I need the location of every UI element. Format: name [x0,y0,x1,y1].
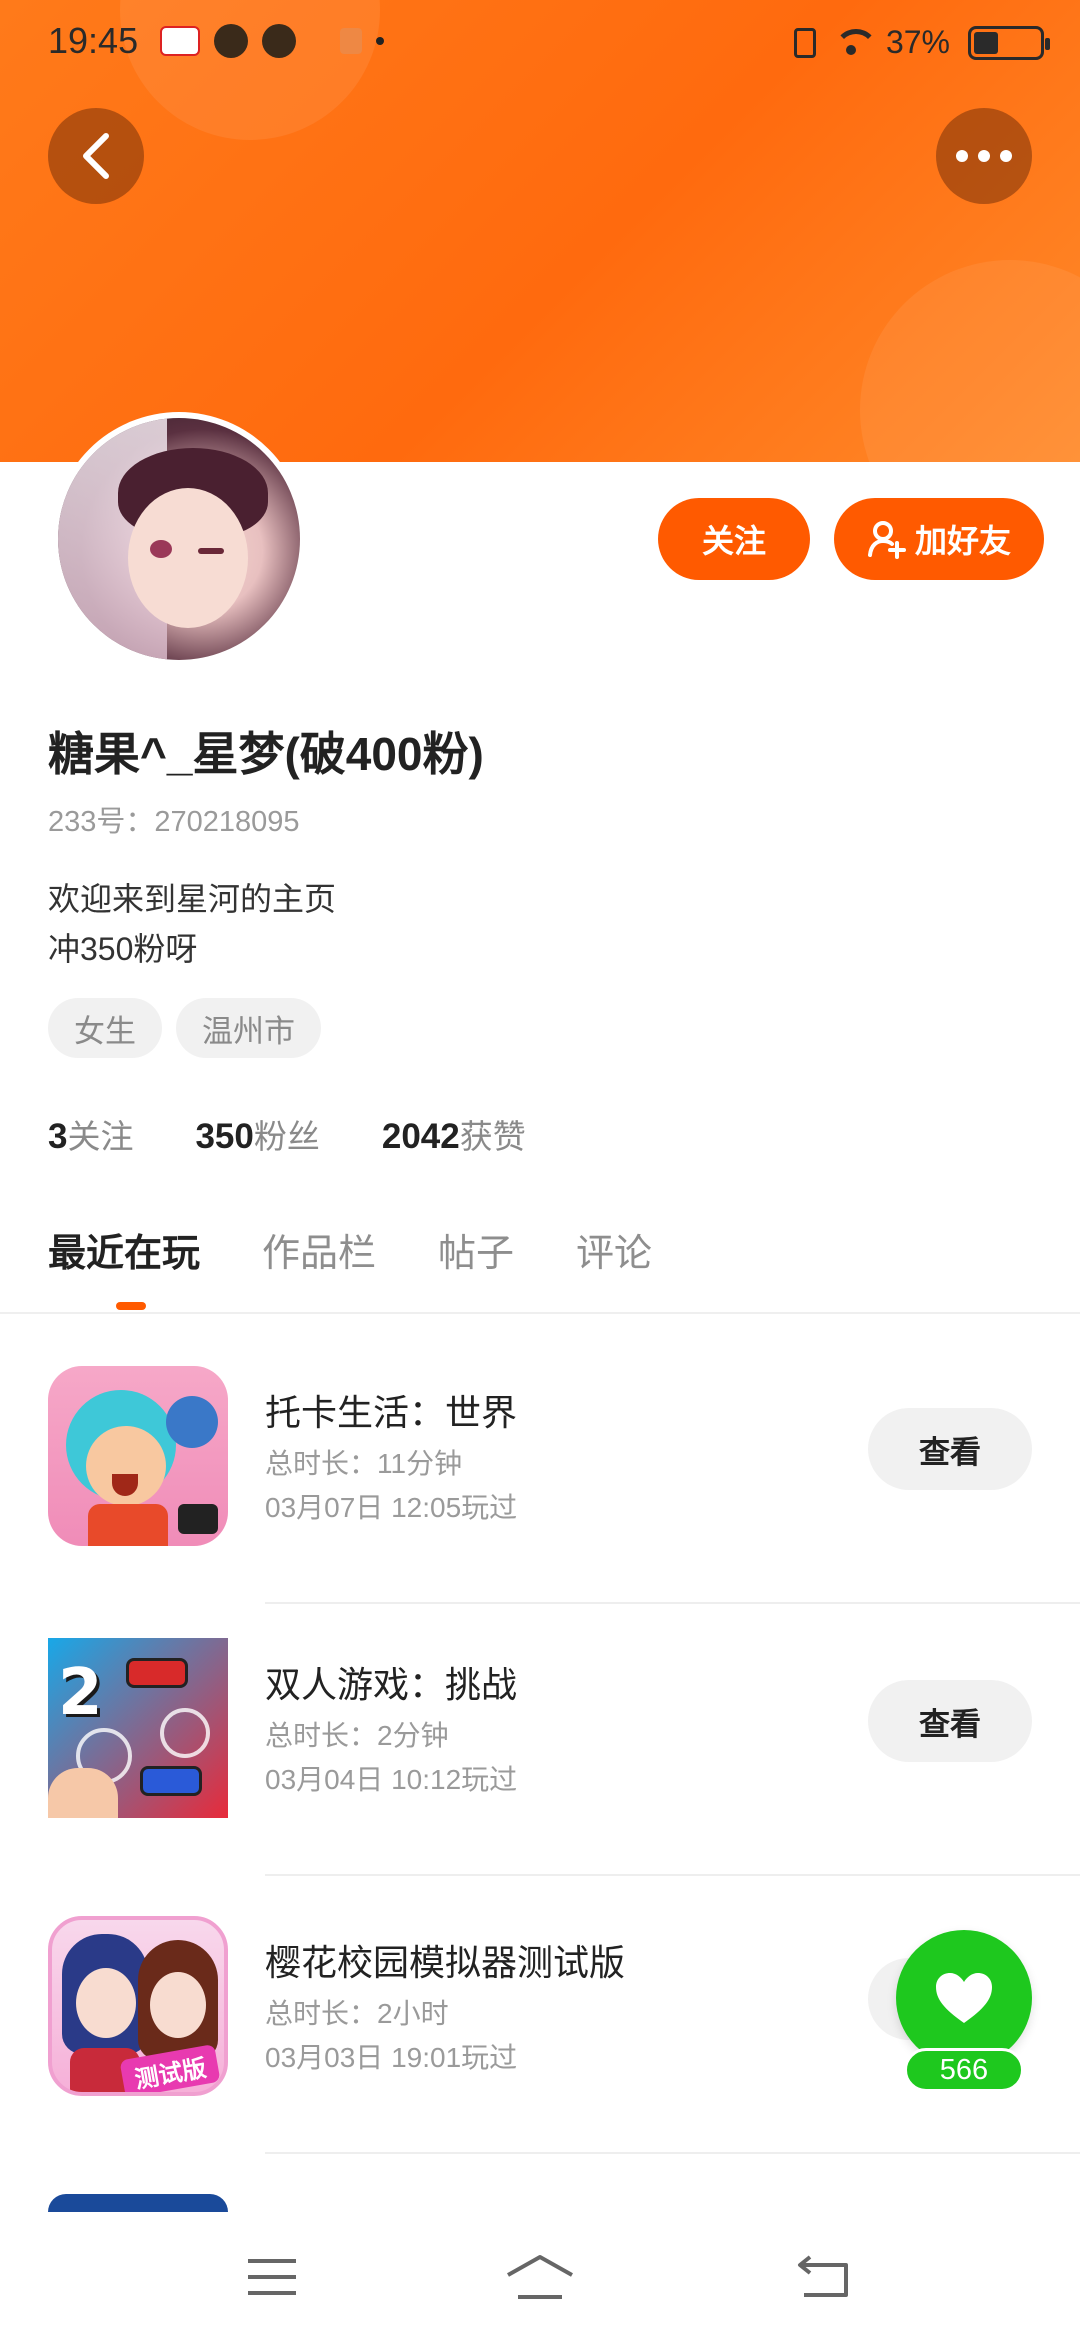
game-duration: 总时长：2小时 [265,1998,449,2029]
view-button[interactable]: 查看 [868,1408,1032,1490]
two-player-number: 2 [58,1656,103,1730]
profile-tabs: 最近在玩 作品栏 帖子 评论 [48,1222,652,1277]
game-last-played: 03月04日 10:12玩过 [265,1764,518,1795]
list-divider [265,1602,1080,1604]
nav-back-button[interactable] [784,2242,864,2312]
user-plus-icon [867,521,906,559]
list-divider [265,2152,1080,2154]
game-duration: 总时长：2分钟 [265,1720,449,1751]
chevron-left-icon [83,133,109,179]
game-duration: 总时长：11分钟 [265,1448,463,1479]
menu-icon [248,2259,296,2295]
heart-icon [936,1973,992,2023]
notification-dot-icon [376,37,384,45]
game-title: 樱花校园模拟器测试版 [265,1942,626,1983]
wifi-icon [833,28,878,57]
app-dots-icon [340,28,362,54]
tab-comments[interactable]: 评论 [576,1222,652,1277]
follow-label: 关注 [701,523,766,559]
more-dots-icon [956,150,1012,162]
game-title: 双人游戏：挑战 [265,1664,518,1705]
sim-off-icon [793,27,816,58]
more-button[interactable] [936,108,1032,204]
add-friend-label: 加好友 [914,523,1011,559]
list-item[interactable]: 托卡生活：世界 总时长：11分钟 03月07日 12:05玩过 查看 [0,1366,1080,1644]
profile-tags: 女生 温州市 [48,998,321,1058]
home-icon [507,2255,573,2299]
nav-home-button[interactable] [500,2242,580,2312]
add-friend-button[interactable]: 加好友 [834,498,1044,580]
game-title: 托卡生活：世界 [265,1392,518,1433]
tabs-divider [0,1312,1080,1314]
status-bar: 19:45 37% [0,0,1080,84]
game-icon-sakura: 测试版 [48,1916,228,2096]
game-icon-toca [48,1366,228,1546]
follow-button[interactable]: 关注 [658,498,810,580]
tab-posts[interactable]: 帖子 [438,1222,514,1277]
profile-stats: 3关注 350粉丝 2042获赞 [48,1110,526,1158]
game-last-played: 03月07日 12:05玩过 [265,1492,518,1523]
like-button[interactable] [896,1930,1032,2066]
bio-line-2: 冲350粉呀 [48,931,198,967]
tab-recently-played[interactable]: 最近在玩 [48,1222,200,1277]
back-icon [798,2255,848,2297]
stat-following[interactable]: 3关注 [48,1110,133,1158]
bio-line-1: 欢迎来到星河的主页 [48,881,337,917]
active-tab-indicator [116,1302,146,1310]
tag-gender: 女生 [48,998,162,1058]
stat-likes-label: 获赞 [459,1118,526,1155]
user-id: 233号：270218095 [48,806,300,838]
app-circle-icon [214,24,248,58]
stat-fans[interactable]: 350粉丝 [195,1110,319,1158]
stat-fans-label: 粉丝 [253,1118,320,1155]
like-count: 566 [904,2048,1024,2092]
status-time: 19:45 [48,20,139,61]
stat-fans-count: 350 [195,1117,254,1156]
game-icon-partial [48,2194,228,2212]
game-last-played: 03月03日 19:01玩过 [265,2042,518,2073]
back-button[interactable] [48,108,144,204]
list-divider [265,1874,1080,1876]
app-100-icon [160,26,200,56]
game-icon-two-player: 2 [48,1638,228,1818]
battery-icon [968,25,1050,60]
view-button[interactable]: 查看 [868,1680,1032,1762]
tab-works[interactable]: 作品栏 [262,1222,376,1277]
list-item[interactable]: 2 双人游戏：挑战 总时长：2分钟 03月04日 10:12玩过 查看 [0,1638,1080,1916]
nav-menu-button[interactable] [232,2242,312,2312]
stat-following-count: 3 [48,1117,68,1156]
stat-likes: 2042获赞 [382,1110,526,1158]
stat-likes-count: 2042 [381,1117,460,1156]
stat-following-label: 关注 [67,1118,134,1155]
tag-city: 温州市 [176,998,321,1058]
avatar[interactable] [52,412,306,666]
username: 糖果^_星梦(破400粉) [48,728,484,780]
battery-percent: 37% [885,24,950,60]
app-cat-icon [262,24,296,58]
system-nav-bar [0,2212,1080,2340]
